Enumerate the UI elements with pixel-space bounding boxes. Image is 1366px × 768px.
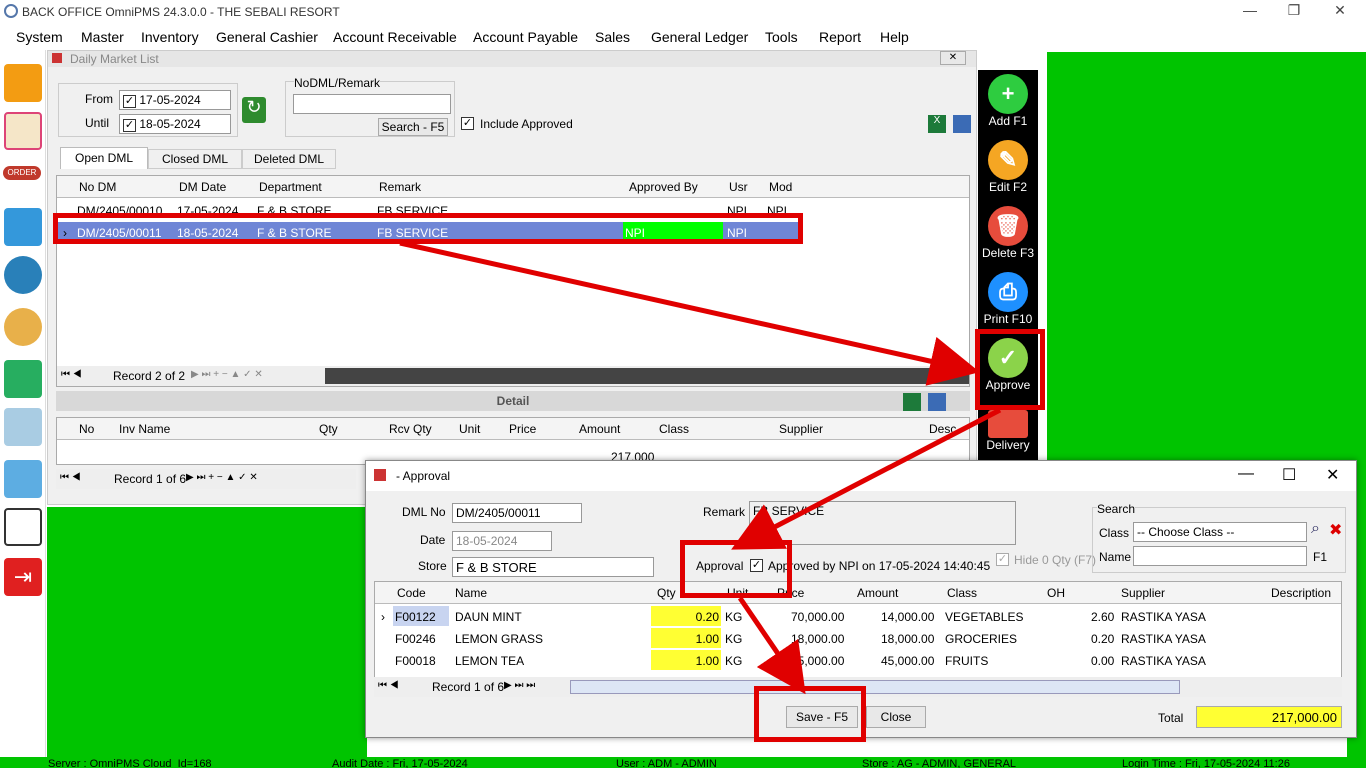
status-audit-date: Audit Date : Fri, 17-05-2024 xyxy=(332,758,468,768)
status-server: Server : OmniPMS Cloud_Id=168 xyxy=(48,758,212,768)
status-login-time: Login Time : Fri, 17-05-2024 11:26 xyxy=(1122,758,1290,768)
arrow-to-save xyxy=(737,596,806,695)
arrow-to-approve xyxy=(399,240,980,386)
status-store: Store : AG - ADMIN, GENERAL xyxy=(862,758,1017,768)
annotation-arrows xyxy=(399,240,1002,695)
status-bar: Server : OmniPMS Cloud_Id=168 Audit Date… xyxy=(0,757,1366,768)
status-user: User : ADM - ADMIN xyxy=(616,758,717,768)
arrow-to-approval xyxy=(731,407,1002,550)
